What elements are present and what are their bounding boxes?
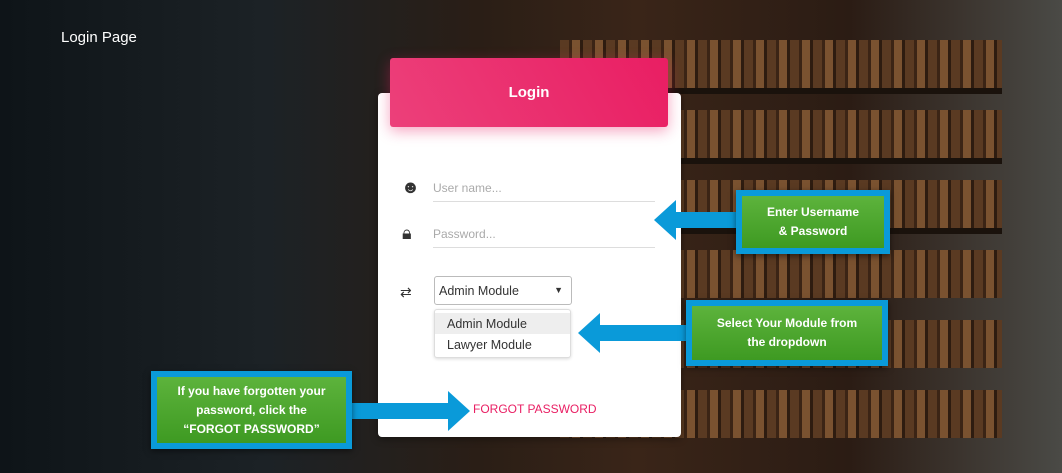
arrow-left-icon: [654, 200, 736, 240]
module-select-value: Admin Module: [439, 284, 519, 298]
option-admin-module[interactable]: Admin Module: [435, 313, 570, 334]
module-select[interactable]: Admin Module ▼: [434, 276, 572, 305]
page-title: Login Page: [61, 29, 137, 46]
callout-forgot: If you have forgotten your password, clic…: [151, 371, 352, 449]
callout-text: If you have forgotten your: [177, 383, 326, 398]
login-card: [378, 93, 681, 437]
arrow-right-icon: [352, 391, 470, 431]
callout-text: password, click the: [196, 402, 307, 417]
callout-text: & Password: [778, 224, 848, 238]
callout-credentials: Enter Username & Password: [736, 190, 890, 254]
callout-text: Enter Username: [766, 205, 860, 219]
lock-icon: 🔒︎: [402, 223, 412, 243]
arrow-left-icon: [578, 313, 686, 353]
module-dropdown: Admin Module Lawyer Module: [434, 309, 571, 358]
face-icon: ☻: [401, 177, 420, 197]
option-lawyer-module[interactable]: Lawyer Module: [435, 334, 570, 355]
chevron-down-icon: ▼: [554, 285, 563, 295]
login-header: Login: [390, 58, 668, 127]
callout-text: “FORGOT PASSWORD”: [183, 421, 320, 436]
callout-module: Select Your Module from the dropdown: [686, 300, 888, 366]
swap-icon: ⇄: [400, 284, 412, 300]
callout-text: the dropdown: [747, 335, 827, 349]
username-input[interactable]: User name...: [433, 178, 655, 202]
callout-text: Select Your Module from: [716, 316, 858, 330]
forgot-password-link[interactable]: FORGOT PASSWORD: [473, 402, 597, 416]
password-input[interactable]: Password...: [433, 224, 655, 248]
